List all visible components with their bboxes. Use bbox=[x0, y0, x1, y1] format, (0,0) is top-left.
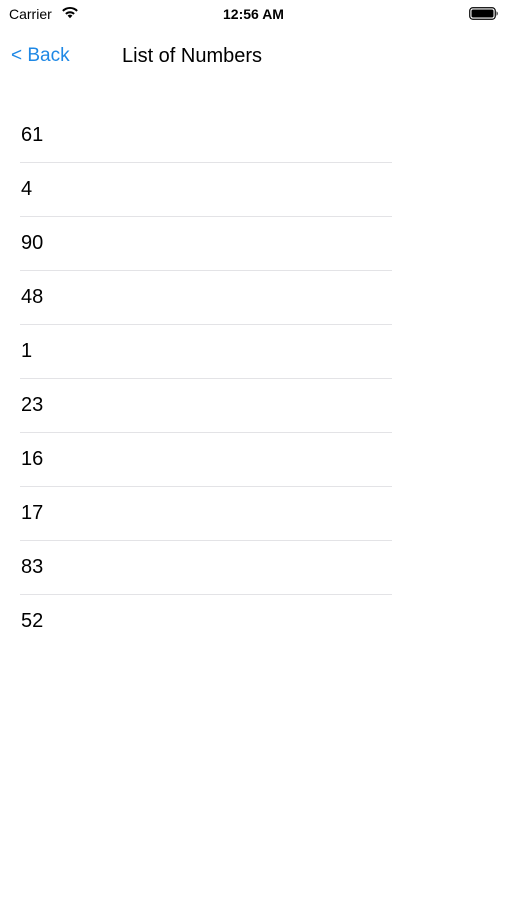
list-item[interactable]: 17 bbox=[20, 487, 392, 541]
back-button[interactable]: < Back bbox=[11, 44, 70, 68]
list-item-value: 1 bbox=[21, 340, 33, 362]
status-time: 12:56 AM bbox=[223, 6, 284, 22]
list-item[interactable]: 90 bbox=[20, 217, 392, 271]
list-item-value: 90 bbox=[21, 232, 44, 254]
number-list: 61 4 90 48 1 23 16 17 83 52 bbox=[20, 109, 392, 648]
list-item-value: 23 bbox=[21, 394, 44, 416]
list-item-value: 48 bbox=[21, 286, 44, 308]
list-item[interactable]: 4 bbox=[20, 163, 392, 217]
list-item-value: 83 bbox=[21, 556, 44, 578]
list-item[interactable]: 52 bbox=[20, 595, 392, 648]
list-item-value: 16 bbox=[21, 448, 44, 470]
list-item[interactable]: 16 bbox=[20, 433, 392, 487]
list-item-value: 4 bbox=[21, 178, 33, 200]
list-item[interactable]: 48 bbox=[20, 271, 392, 325]
list-item[interactable]: 61 bbox=[20, 109, 392, 163]
list-item-value: 61 bbox=[21, 124, 44, 146]
list-item[interactable]: 1 bbox=[20, 325, 392, 379]
list-item-value: 52 bbox=[21, 610, 44, 632]
page-title: List of Numbers bbox=[122, 45, 263, 67]
list-item[interactable]: 23 bbox=[20, 379, 392, 433]
navigation-bar: < Back List of Numbers bbox=[0, 28, 507, 88]
list-item[interactable]: 83 bbox=[20, 541, 392, 595]
status-bar: Carrier 12:56 AM bbox=[0, 0, 507, 28]
list-item-value: 17 bbox=[21, 502, 44, 524]
battery-icon bbox=[469, 7, 498, 20]
